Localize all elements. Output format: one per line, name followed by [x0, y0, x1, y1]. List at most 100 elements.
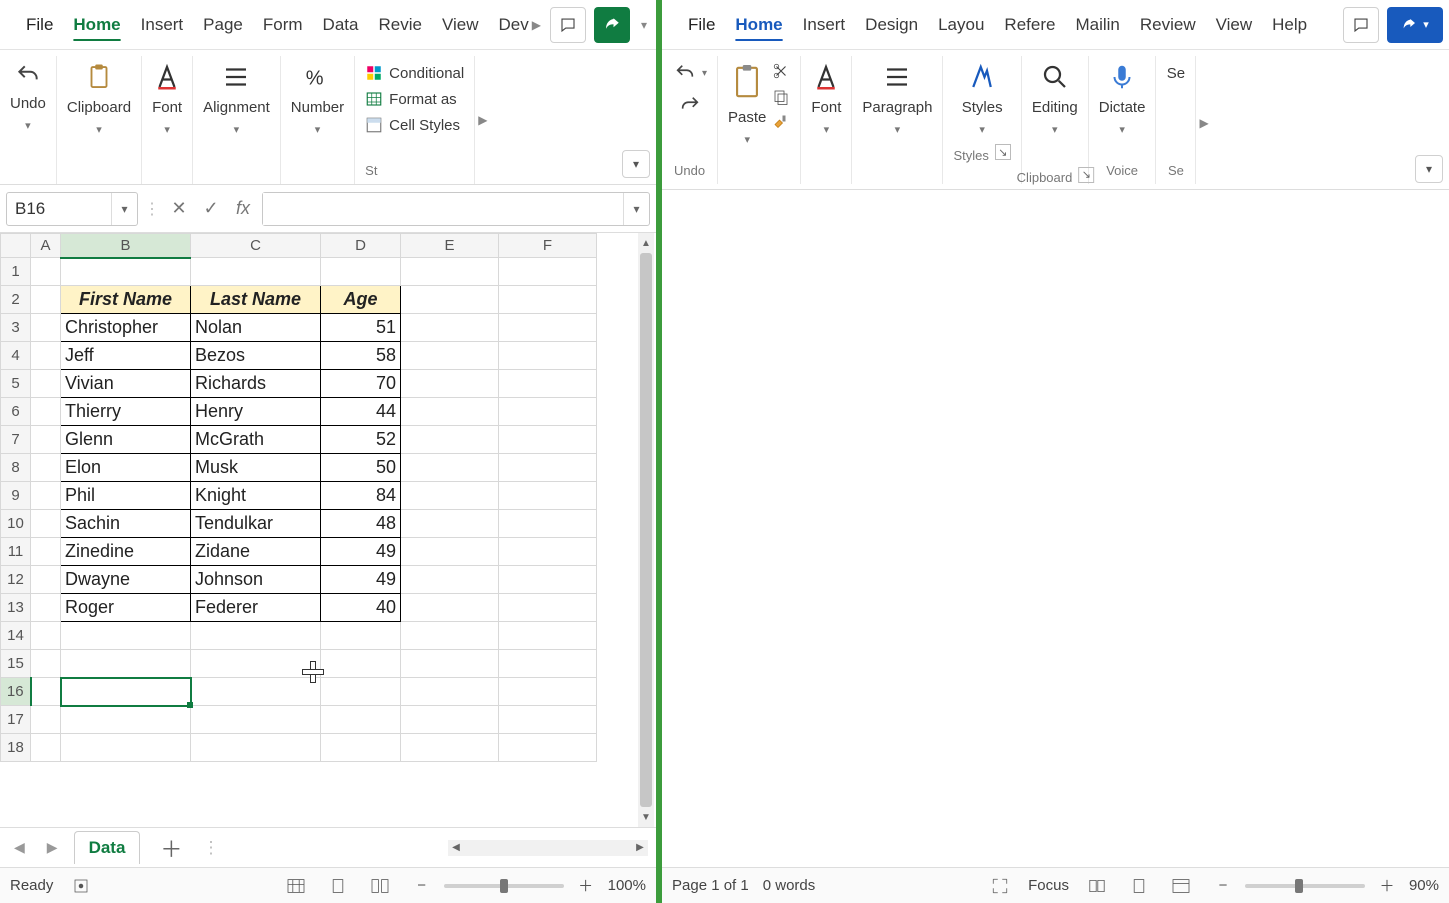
- row-8-header[interactable]: 8: [1, 454, 31, 482]
- cell-C1[interactable]: [191, 258, 321, 286]
- cell-F4[interactable]: [499, 342, 597, 370]
- w-editing-caret[interactable]: ▾: [1052, 123, 1058, 136]
- cell-C12[interactable]: Johnson: [191, 566, 321, 594]
- ribbon-scroll-right[interactable]: ▶: [475, 113, 490, 127]
- w-paragraph-button[interactable]: Paragraph ▾: [862, 62, 932, 136]
- row-1-header[interactable]: 1: [1, 258, 31, 286]
- cell-E7[interactable]: [401, 426, 499, 454]
- cell-A15[interactable]: [31, 650, 61, 678]
- cell-F9[interactable]: [499, 482, 597, 510]
- cell-B17[interactable]: [61, 706, 191, 734]
- row-10-header[interactable]: 10: [1, 510, 31, 538]
- cell-D10[interactable]: 48: [321, 510, 401, 538]
- cell-F10[interactable]: [499, 510, 597, 538]
- w-undo-button[interactable]: ▾: [672, 62, 707, 84]
- font-caret[interactable]: ▾: [164, 123, 170, 136]
- cell-styles-button[interactable]: Cell Styles: [365, 114, 460, 136]
- w-tab-help[interactable]: Help: [1262, 9, 1317, 41]
- number-caret[interactable]: ▾: [315, 123, 321, 136]
- clipboard-caret[interactable]: ▾: [96, 123, 102, 136]
- w-dictate-caret[interactable]: ▾: [1119, 123, 1125, 136]
- w-tab-insert[interactable]: Insert: [793, 9, 856, 41]
- focus-icon[interactable]: [986, 874, 1014, 898]
- cell-B9[interactable]: Phil: [61, 482, 191, 510]
- macro-record-icon[interactable]: [67, 874, 95, 898]
- name-box-dropdown[interactable]: ▾: [111, 193, 137, 225]
- col-A-header[interactable]: A: [31, 234, 61, 258]
- sheet-tab-data[interactable]: Data: [74, 831, 141, 864]
- alignment-button[interactable]: Alignment ▾: [203, 62, 270, 136]
- cell-E5[interactable]: [401, 370, 499, 398]
- tab-view[interactable]: View: [432, 9, 489, 41]
- cell-D7[interactable]: 52: [321, 426, 401, 454]
- cell-E16[interactable]: [401, 678, 499, 706]
- cell-E8[interactable]: [401, 454, 499, 482]
- cell-C9[interactable]: Knight: [191, 482, 321, 510]
- cell-B4[interactable]: Jeff: [61, 342, 191, 370]
- w-zoom-level[interactable]: 90%: [1409, 877, 1439, 894]
- w-focus-button[interactable]: Focus: [1028, 877, 1069, 894]
- cell-E15[interactable]: [401, 650, 499, 678]
- w-tab-design[interactable]: Design: [855, 9, 928, 41]
- w-share-button[interactable]: ▾: [1387, 7, 1443, 43]
- cell-B2[interactable]: First Name: [61, 286, 191, 314]
- cell-D1[interactable]: [321, 258, 401, 286]
- cell-A3[interactable]: [31, 314, 61, 342]
- cell-D5[interactable]: 70: [321, 370, 401, 398]
- cell-A13[interactable]: [31, 594, 61, 622]
- horizontal-scrollbar[interactable]: ◀ ▶: [448, 840, 648, 856]
- tab-page[interactable]: Page: [193, 9, 253, 41]
- cell-B7[interactable]: Glenn: [61, 426, 191, 454]
- collapse-ribbon-button[interactable]: ▾: [622, 150, 650, 178]
- format-painter-button[interactable]: [772, 114, 790, 132]
- row-6-header[interactable]: 6: [1, 398, 31, 426]
- view-pagebreak-button[interactable]: [366, 874, 394, 898]
- cell-A18[interactable]: [31, 734, 61, 762]
- cell-E17[interactable]: [401, 706, 499, 734]
- w-comments-button[interactable]: [1343, 7, 1379, 43]
- cell-D12[interactable]: 49: [321, 566, 401, 594]
- cell-C3[interactable]: Nolan: [191, 314, 321, 342]
- w-zoom-slider[interactable]: [1245, 884, 1365, 888]
- cell-F7[interactable]: [499, 426, 597, 454]
- cell-C15[interactable]: [191, 650, 321, 678]
- cell-A11[interactable]: [31, 538, 61, 566]
- cell-F16[interactable]: [499, 678, 597, 706]
- w-tab-view[interactable]: View: [1206, 9, 1263, 41]
- cell-B12[interactable]: Dwayne: [61, 566, 191, 594]
- cell-D11[interactable]: 49: [321, 538, 401, 566]
- col-E-header[interactable]: E: [401, 234, 499, 258]
- row-4-header[interactable]: 4: [1, 342, 31, 370]
- cell-B13[interactable]: Roger: [61, 594, 191, 622]
- cell-A16[interactable]: [31, 678, 61, 706]
- cell-D14[interactable]: [321, 622, 401, 650]
- w-tab-mailings[interactable]: Mailin: [1065, 9, 1129, 41]
- col-F-header[interactable]: F: [499, 234, 597, 258]
- cell-D8[interactable]: 50: [321, 454, 401, 482]
- enter-button[interactable]: ✓: [198, 196, 224, 222]
- cell-F5[interactable]: [499, 370, 597, 398]
- w-collapse-ribbon-button[interactable]: ▾: [1415, 155, 1443, 183]
- w-tab-file[interactable]: File: [678, 9, 725, 41]
- cell-C18[interactable]: [191, 734, 321, 762]
- cell-D9[interactable]: 84: [321, 482, 401, 510]
- cell-A17[interactable]: [31, 706, 61, 734]
- undo-caret[interactable]: ▾: [25, 119, 31, 132]
- alignment-caret[interactable]: ▾: [234, 123, 240, 136]
- cell-E9[interactable]: [401, 482, 499, 510]
- cell-C17[interactable]: [191, 706, 321, 734]
- comments-button[interactable]: [550, 7, 586, 43]
- cell-A4[interactable]: [31, 342, 61, 370]
- cell-A7[interactable]: [31, 426, 61, 454]
- w-styles-button[interactable]: Styles ▾: [962, 62, 1003, 136]
- cell-A6[interactable]: [31, 398, 61, 426]
- view-pagelayout-button[interactable]: [324, 874, 352, 898]
- w-zoom-out-button[interactable]: −: [1209, 874, 1237, 898]
- cell-A10[interactable]: [31, 510, 61, 538]
- font-button[interactable]: Font ▾: [152, 62, 182, 136]
- row-2-header[interactable]: 2: [1, 286, 31, 314]
- cell-E18[interactable]: [401, 734, 499, 762]
- cell-B11[interactable]: Zinedine: [61, 538, 191, 566]
- cell-E2[interactable]: [401, 286, 499, 314]
- cell-E13[interactable]: [401, 594, 499, 622]
